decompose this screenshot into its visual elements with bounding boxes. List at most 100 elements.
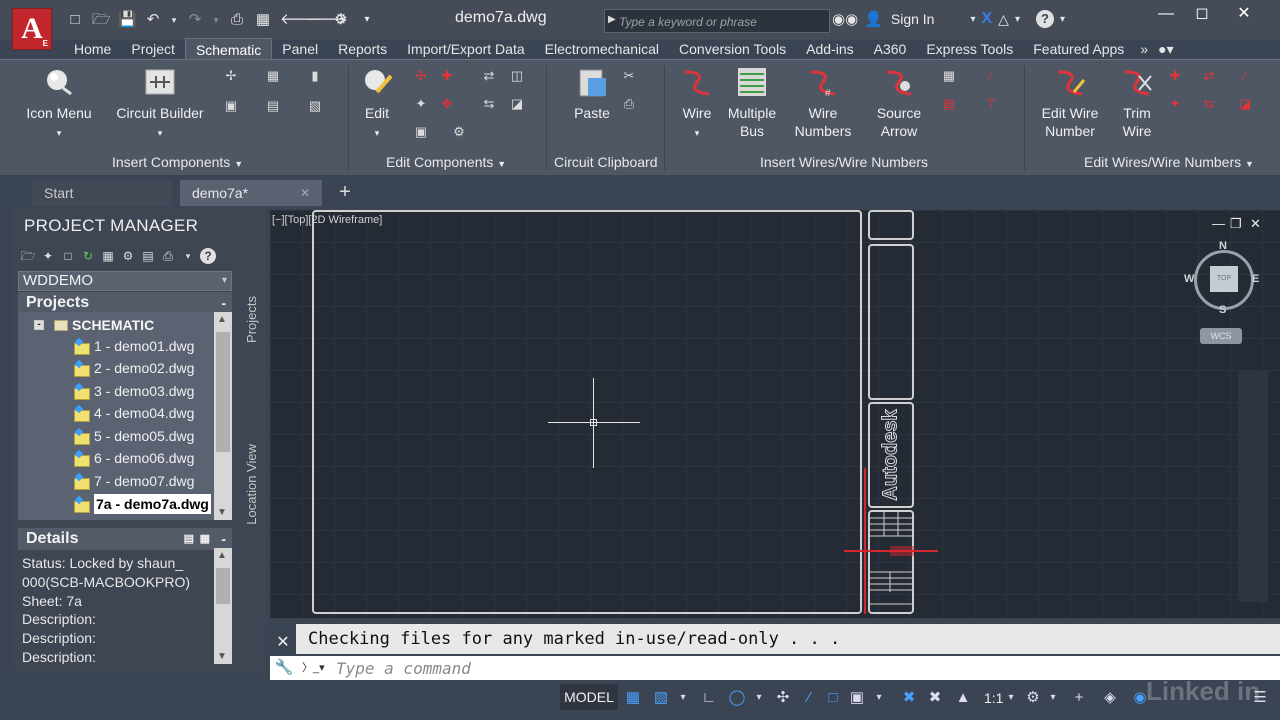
insert-wire-tool-icon[interactable]: ▦ xyxy=(940,68,958,84)
auto-scale-icon[interactable]: ✖ xyxy=(926,688,944,708)
save-icon[interactable]: 💾 xyxy=(118,11,137,29)
refresh-icon[interactable]: ↻ xyxy=(80,248,96,264)
wire-type-icon[interactable]: ▤ xyxy=(940,96,958,112)
group-label-edit-wires[interactable]: Edit Wires/Wire Numbers ▼ xyxy=(1084,154,1254,170)
undo-icon[interactable]: ↶ xyxy=(144,11,162,29)
collapse-details-icon[interactable]: - xyxy=(221,528,226,550)
object-snap-icon[interactable]: □ xyxy=(824,688,842,708)
tab-panel[interactable]: Panel xyxy=(272,38,328,60)
collapse-projects-icon[interactable]: - xyxy=(221,292,226,314)
model-space-button[interactable]: MODEL xyxy=(560,684,618,710)
viewport-close-icon[interactable]: ✕ xyxy=(1250,216,1261,232)
project-tasks-icon[interactable]: ▦ xyxy=(100,248,116,264)
tree-item-drawing[interactable]: 2 - demo02.dwg xyxy=(74,358,194,378)
copy-clip-icon[interactable]: ⎙ xyxy=(620,96,638,112)
projects-section-header[interactable]: Projects - xyxy=(18,292,232,314)
new-tab-plus-icon[interactable]: + xyxy=(334,180,356,204)
polar-dropdown-icon[interactable]: ▾ xyxy=(752,688,766,708)
align-icon[interactable]: ✦ xyxy=(412,96,430,112)
tab-express-tools[interactable]: Express Tools xyxy=(916,38,1023,60)
details-view-icon[interactable]: ▦ xyxy=(200,528,210,550)
circuit-builder-button[interactable]: Circuit Builder ▾ xyxy=(112,66,208,142)
close-window-icon[interactable]: ✕ xyxy=(1232,4,1256,24)
compass-east[interactable]: E xyxy=(1252,273,1259,285)
isolate-objects-icon[interactable]: ◈ xyxy=(1100,688,1120,708)
sign-in-button[interactable]: Sign In xyxy=(891,11,935,27)
tab-home[interactable]: Home xyxy=(64,38,121,60)
isodraft-icon[interactable]: ✣ xyxy=(774,688,792,708)
scroll-thumb[interactable] xyxy=(216,568,230,604)
ribbon-display-toggle-icon[interactable]: ●▾ xyxy=(1154,38,1177,60)
collapse-folder-icon[interactable]: - xyxy=(34,320,44,330)
scroll-up-icon[interactable]: ▲ xyxy=(217,314,227,325)
insert-pneumatic-tool-icon[interactable]: ▣ xyxy=(222,98,240,114)
insert-component-tool-icon[interactable]: ✢ xyxy=(222,68,240,84)
retag-icon[interactable]: ◪ xyxy=(508,96,526,112)
object-snap-tracking-icon[interactable]: ∕ xyxy=(800,688,818,708)
navigation-bar[interactable] xyxy=(1238,370,1268,602)
tab-conversion-tools[interactable]: Conversion Tools xyxy=(669,38,796,60)
viewport-minimize-icon[interactable]: — xyxy=(1212,216,1225,231)
more-tabs-icon[interactable]: » xyxy=(1134,38,1154,60)
tab-project[interactable]: Project xyxy=(121,38,185,60)
tab-demo7a[interactable]: demo7a* ✕ xyxy=(180,180,322,206)
details-preview-icon[interactable]: ▤ xyxy=(184,528,194,550)
command-input[interactable] xyxy=(336,658,1236,678)
scroll-down-icon[interactable]: ▼ xyxy=(217,651,227,662)
project-manager-icon[interactable]: ▦ xyxy=(254,11,272,29)
cut-icon[interactable]: ✂ xyxy=(620,68,638,84)
side-tab-projects[interactable]: Projects xyxy=(244,296,259,343)
exchange-apps-icon[interactable]: X xyxy=(982,10,993,28)
tab-featured-apps[interactable]: Featured Apps xyxy=(1023,38,1134,60)
help-dropdown-icon[interactable]: ▾ xyxy=(1060,14,1065,25)
grid-display-icon[interactable]: ▦ xyxy=(624,688,642,708)
settings-gear-icon[interactable]: ⚙ xyxy=(332,11,350,29)
wcs-menu[interactable]: WCS xyxy=(1200,328,1242,344)
tab-a360[interactable]: A360 xyxy=(864,38,917,60)
tree-item-drawing[interactable]: 5 - demo05.dwg xyxy=(74,426,194,446)
ortho-mode-icon[interactable]: ∟ xyxy=(700,688,718,708)
paste-button[interactable]: Paste xyxy=(568,66,616,122)
minimize-window-icon[interactable]: — xyxy=(1154,4,1178,24)
attribute-icon[interactable]: ⚙ xyxy=(450,124,468,140)
details-section-header[interactable]: Details - ▤ ▦ xyxy=(18,528,232,550)
redo-dropdown-icon[interactable]: ▾ xyxy=(212,11,220,29)
search-expand-icon[interactable]: ▶ xyxy=(608,14,616,25)
binoculars-icon[interactable]: ◉◉ xyxy=(832,10,858,28)
swap-wire-icon[interactable]: ⇆ xyxy=(1200,96,1218,112)
annotation-visibility-icon[interactable]: ▣ xyxy=(848,688,866,708)
application-menu-button[interactable]: AE xyxy=(12,8,52,50)
new-file-icon[interactable]: □ xyxy=(66,11,84,29)
redo-icon[interactable]: ↷ xyxy=(186,11,204,29)
osnap-dropdown-icon[interactable]: ▾ xyxy=(872,688,886,708)
flip-wire-icon[interactable]: ⇄ xyxy=(1200,68,1218,84)
user-icon[interactable]: 👤 xyxy=(864,10,883,28)
scoot-icon[interactable]: ⇄ xyxy=(480,68,498,84)
snap-dropdown-icon[interactable]: ▾ xyxy=(676,688,690,708)
tab-reports[interactable]: Reports xyxy=(328,38,397,60)
annotation-scale-value[interactable]: 1:1 xyxy=(984,688,1003,708)
new-project-icon[interactable]: ✦ xyxy=(40,248,56,264)
signin-dropdown-icon[interactable]: ▾ xyxy=(970,14,975,25)
stretch-wire-icon[interactable]: ✚ xyxy=(1166,68,1184,84)
edit-button[interactable]: Edit ▾ xyxy=(356,66,398,142)
tab-schematic[interactable]: Schematic xyxy=(184,38,273,60)
viewcube[interactable]: TOP N S E W xyxy=(1184,240,1260,316)
compass-north[interactable]: N xyxy=(1219,240,1227,252)
group-label-insert-components[interactable]: Insert Components ▼ xyxy=(112,154,243,170)
wire-button[interactable]: Wire ▾ xyxy=(678,66,716,142)
project-properties-icon[interactable]: ⚙ xyxy=(120,248,136,264)
scroll-down-icon[interactable]: ▼ xyxy=(217,507,227,518)
tab-import-export-data[interactable]: Import/Export Data xyxy=(397,38,535,60)
tree-folder-schematic[interactable]: - SCHEMATIC xyxy=(34,316,154,334)
open-folder-icon[interactable]: 🗁 xyxy=(92,11,111,29)
qat-dropdown-icon[interactable]: ▾ xyxy=(358,11,376,29)
tab-add-ins[interactable]: Add-ins xyxy=(796,38,863,60)
scroll-up-icon[interactable]: ▲ xyxy=(217,550,227,561)
viewcube-top-face[interactable]: TOP xyxy=(1210,266,1238,292)
publish-icon[interactable]: ⎙ xyxy=(160,248,176,264)
side-tab-location-view[interactable]: Location View xyxy=(244,444,259,525)
ladder-tool-icon[interactable]: ▦ xyxy=(264,68,282,84)
scroll-thumb[interactable] xyxy=(216,332,230,452)
wire-color-icon[interactable]: ∕ xyxy=(1236,68,1254,84)
